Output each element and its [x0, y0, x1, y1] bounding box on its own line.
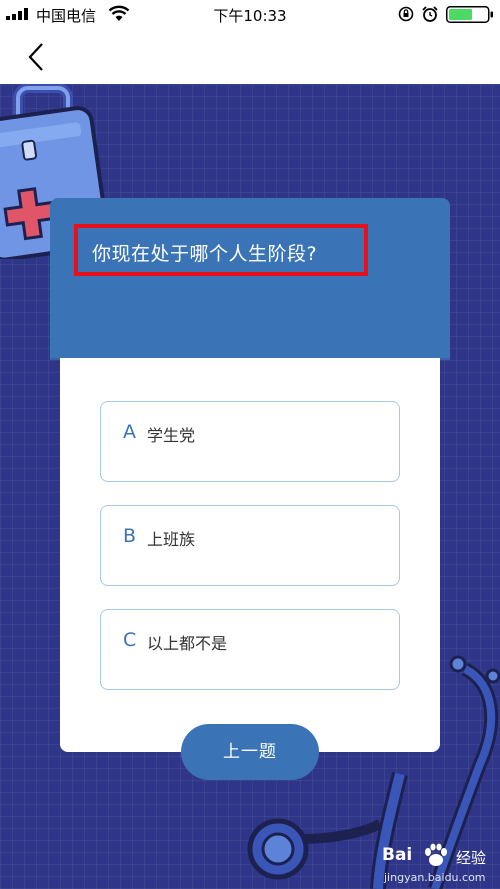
option-text: 以上都不是 [147, 634, 228, 653]
status-bar: 中国电信 下午10:33 [0, 0, 500, 28]
option-text: 学生党 [147, 426, 196, 445]
option-a[interactable]: A 学生党 [100, 401, 400, 482]
quiz-background: 你现在处于哪个人生阶段? A 学生党 B 上班族 C 以上都不是 上一题 Bai… [0, 84, 500, 889]
option-letter: C [123, 629, 137, 651]
alarm-clock-icon [422, 6, 438, 22]
option-b[interactable]: B 上班族 [100, 505, 400, 586]
option-c[interactable]: C 以上都不是 [100, 609, 400, 690]
watermark-brand: Bai [382, 845, 413, 865]
option-text: 上班族 [147, 530, 196, 549]
chevron-left-icon[interactable] [22, 42, 48, 72]
previous-question-button[interactable]: 上一题 [181, 724, 319, 780]
question-card-header: 你现在处于哪个人生阶段? [50, 198, 450, 358]
option-letter: A [123, 421, 136, 443]
rotation-lock-icon [398, 6, 414, 22]
watermark-url: jingyan.baidu.com [384, 871, 486, 884]
battery-icon [446, 6, 493, 23]
watermark-brand-cn: 经验 [456, 849, 487, 867]
baidu-jingyan-watermark: Bai 经验 jingyan.baidu.com [382, 841, 500, 889]
options-card: A 学生党 B 上班族 C 以上都不是 [60, 358, 440, 752]
paw-logo-icon [425, 843, 447, 866]
question-text: 你现在处于哪个人生阶段? [92, 243, 318, 265]
option-letter: B [123, 525, 137, 547]
nav-bar [0, 28, 500, 84]
